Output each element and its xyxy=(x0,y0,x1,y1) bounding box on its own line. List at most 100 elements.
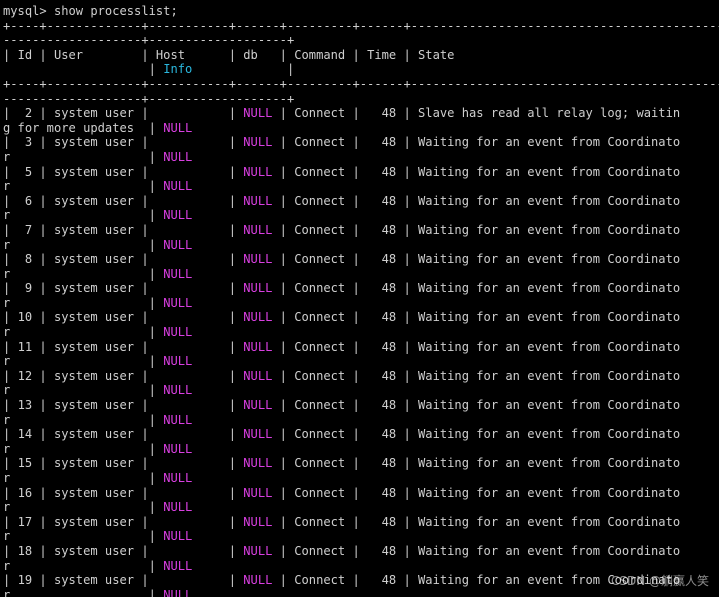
row-command: Connect xyxy=(294,135,346,150)
row-db: NULL xyxy=(243,485,273,500)
header-state: State xyxy=(418,47,455,62)
table-row-wrap: r | NULL xyxy=(3,179,193,194)
table-row-wrap: r | NULL xyxy=(3,325,193,340)
table-row: | 5 | system user | | NULL | Connect | 4… xyxy=(3,164,681,179)
row-state: Waiting for an event from Coordinato xyxy=(418,543,681,558)
row-user: system user xyxy=(53,339,135,354)
row-id: 13 xyxy=(17,398,33,413)
row-command: Connect xyxy=(294,106,346,121)
row-id: 12 xyxy=(17,368,33,383)
table-row-wrap: r | NULL xyxy=(3,295,193,310)
row-time: 48 xyxy=(381,222,397,237)
row-time: 48 xyxy=(381,135,397,150)
row-command: Connect xyxy=(294,339,346,354)
table-row-wrap: r | NULL xyxy=(3,441,193,456)
row-db: NULL xyxy=(243,398,273,413)
row-db: NULL xyxy=(243,368,273,383)
row-id: 18 xyxy=(17,543,33,558)
table-row: | 10 | system user | | NULL | Connect | … xyxy=(3,310,681,325)
header-user: User xyxy=(53,47,84,62)
table-border: -------------------+-------------------+ xyxy=(3,91,295,106)
table-header-wrap: | Info | xyxy=(3,62,295,77)
table-border-mid-wrap: -------------------+-------------------+ xyxy=(3,92,719,107)
row-state: Waiting for an event from Coordinato xyxy=(418,310,681,325)
row-db: NULL xyxy=(243,573,273,588)
row-id: 14 xyxy=(17,427,33,442)
row-id: 10 xyxy=(17,310,33,325)
row-state: Waiting for an event from Coordinato xyxy=(418,398,681,413)
row-db: NULL xyxy=(243,252,273,267)
table-row: | 14 | system user | | NULL | Connect | … xyxy=(3,427,681,442)
row-state: Waiting for an event from Coordinato xyxy=(418,368,681,383)
table-row-wrap: r | NULL xyxy=(3,383,193,398)
table-border: +----+-------------+-----------+------+-… xyxy=(3,18,719,33)
row-state-wrap: g for more updates xyxy=(3,120,135,135)
row-time: 48 xyxy=(381,398,397,413)
row-command: Connect xyxy=(294,281,346,296)
table-row-wrap: r | NULL xyxy=(3,354,193,369)
row-info: NULL xyxy=(163,471,193,485)
row-time: 48 xyxy=(381,281,397,296)
table-row: | 17 | system user | | NULL | Connect | … xyxy=(3,514,681,529)
row-time: 48 xyxy=(381,485,397,500)
row-command: Connect xyxy=(294,485,346,500)
row-db: NULL xyxy=(243,543,273,558)
row-user: system user xyxy=(53,368,135,383)
row-db: NULL xyxy=(243,164,273,179)
row-db: NULL xyxy=(243,193,273,208)
row-user: system user xyxy=(53,398,135,413)
row-state: Waiting for an event from Coordinato xyxy=(418,164,681,179)
typed-command: show processlist; xyxy=(53,4,178,18)
table-row: | 7 | system user | | NULL | Connect | 4… xyxy=(3,222,681,237)
row-db: NULL xyxy=(243,456,273,471)
row-info: NULL xyxy=(163,354,193,369)
row-user: system user xyxy=(53,485,135,500)
table-row-wrap: g for more updates | NULL xyxy=(3,120,193,135)
row-info: NULL xyxy=(163,412,193,427)
table-row: | 11 | system user | | NULL | Connect | … xyxy=(3,339,681,354)
row-state: Slave has read all relay log; waitin xyxy=(418,106,681,121)
table-border-mid: +----+-------------+-----------+------+-… xyxy=(3,77,719,92)
table-row: | 13 | system user | | NULL | Connect | … xyxy=(3,398,681,413)
table-row-wrap: r | NULL xyxy=(3,412,193,427)
table-row-wrap: r | NULL xyxy=(3,471,193,485)
row-info: NULL xyxy=(163,149,193,164)
row-time: 48 xyxy=(381,368,397,383)
table-row-wrap: r | NULL xyxy=(3,529,193,544)
row-db: NULL xyxy=(243,135,273,150)
row-info: NULL xyxy=(163,529,193,544)
row-state: Waiting for an event from Coordinato xyxy=(418,193,681,208)
table-header: | Id | User | Host | db | Command | Time… xyxy=(3,47,455,62)
row-user: system user xyxy=(53,222,135,237)
row-time: 48 xyxy=(381,310,397,325)
row-db: NULL xyxy=(243,310,273,325)
row-command: Connect xyxy=(294,368,346,383)
terminal-window[interactable]: mysql> show processlist; +----+----------… xyxy=(0,0,719,597)
header-time: Time xyxy=(367,47,397,62)
header-host: Host xyxy=(155,47,186,62)
prompt-line: mysql> show processlist; xyxy=(3,4,719,19)
row-state: Waiting for an event from Coordinato xyxy=(418,281,681,296)
row-id: 11 xyxy=(17,339,33,354)
row-user: system user xyxy=(53,310,135,325)
mysql-prompt: mysql> xyxy=(3,4,54,18)
table-row-wrap: r | NULL xyxy=(3,237,193,252)
row-id: 19 xyxy=(17,573,33,588)
csdn-watermark: CSDN @躺赢人笑 xyxy=(610,574,709,588)
row-time: 48 xyxy=(381,543,397,558)
table-border: +----+-------------+-----------+------+-… xyxy=(3,76,719,91)
row-info: NULL xyxy=(163,500,193,515)
row-command: Connect xyxy=(294,310,346,325)
terminal-output[interactable]: mysql> show processlist; +----+----------… xyxy=(0,0,719,597)
row-command: Connect xyxy=(294,164,346,179)
row-info: NULL xyxy=(163,383,193,398)
table-row: | 15 | system user | | NULL | Connect | … xyxy=(3,456,681,471)
table-row-wrap: r | NULL xyxy=(3,500,193,515)
row-user: system user xyxy=(53,281,135,296)
row-command: Connect xyxy=(294,514,346,529)
row-user: system user xyxy=(53,573,135,588)
row-state: Waiting for an event from Coordinato xyxy=(418,514,681,529)
row-id: 17 xyxy=(17,514,33,529)
table-border-top-wrap: -------------------+-------------------+ xyxy=(3,33,719,48)
row-user: system user xyxy=(53,135,135,150)
